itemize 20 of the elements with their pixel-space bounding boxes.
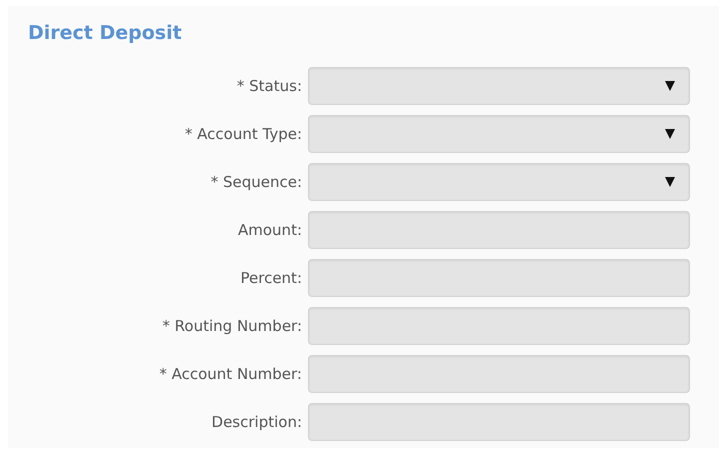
input-field[interactable] [308,307,690,345]
field-label: * Account Type: [184,124,303,145]
dropdown-arrow-icon [665,81,675,91]
field-label: Description: [210,412,303,433]
field-label: * Sequence: [210,172,303,193]
section-title: Direct Deposit [28,21,182,46]
field-label: Amount: [237,220,303,241]
dropdown-field[interactable] [308,67,690,105]
input-field[interactable] [308,259,690,297]
field-label: * Account Number: [158,364,303,385]
dropdown-arrow-icon [665,177,675,187]
dropdown-field[interactable] [308,163,690,201]
dropdown-arrow-icon [665,129,675,139]
input-field[interactable] [308,403,690,441]
field-label: Percent: [240,268,303,289]
input-field[interactable] [308,211,690,249]
field-label: * Status: [236,76,303,97]
dropdown-field[interactable] [308,115,690,153]
input-field[interactable] [308,355,690,393]
field-label: * Routing Number: [161,316,303,337]
